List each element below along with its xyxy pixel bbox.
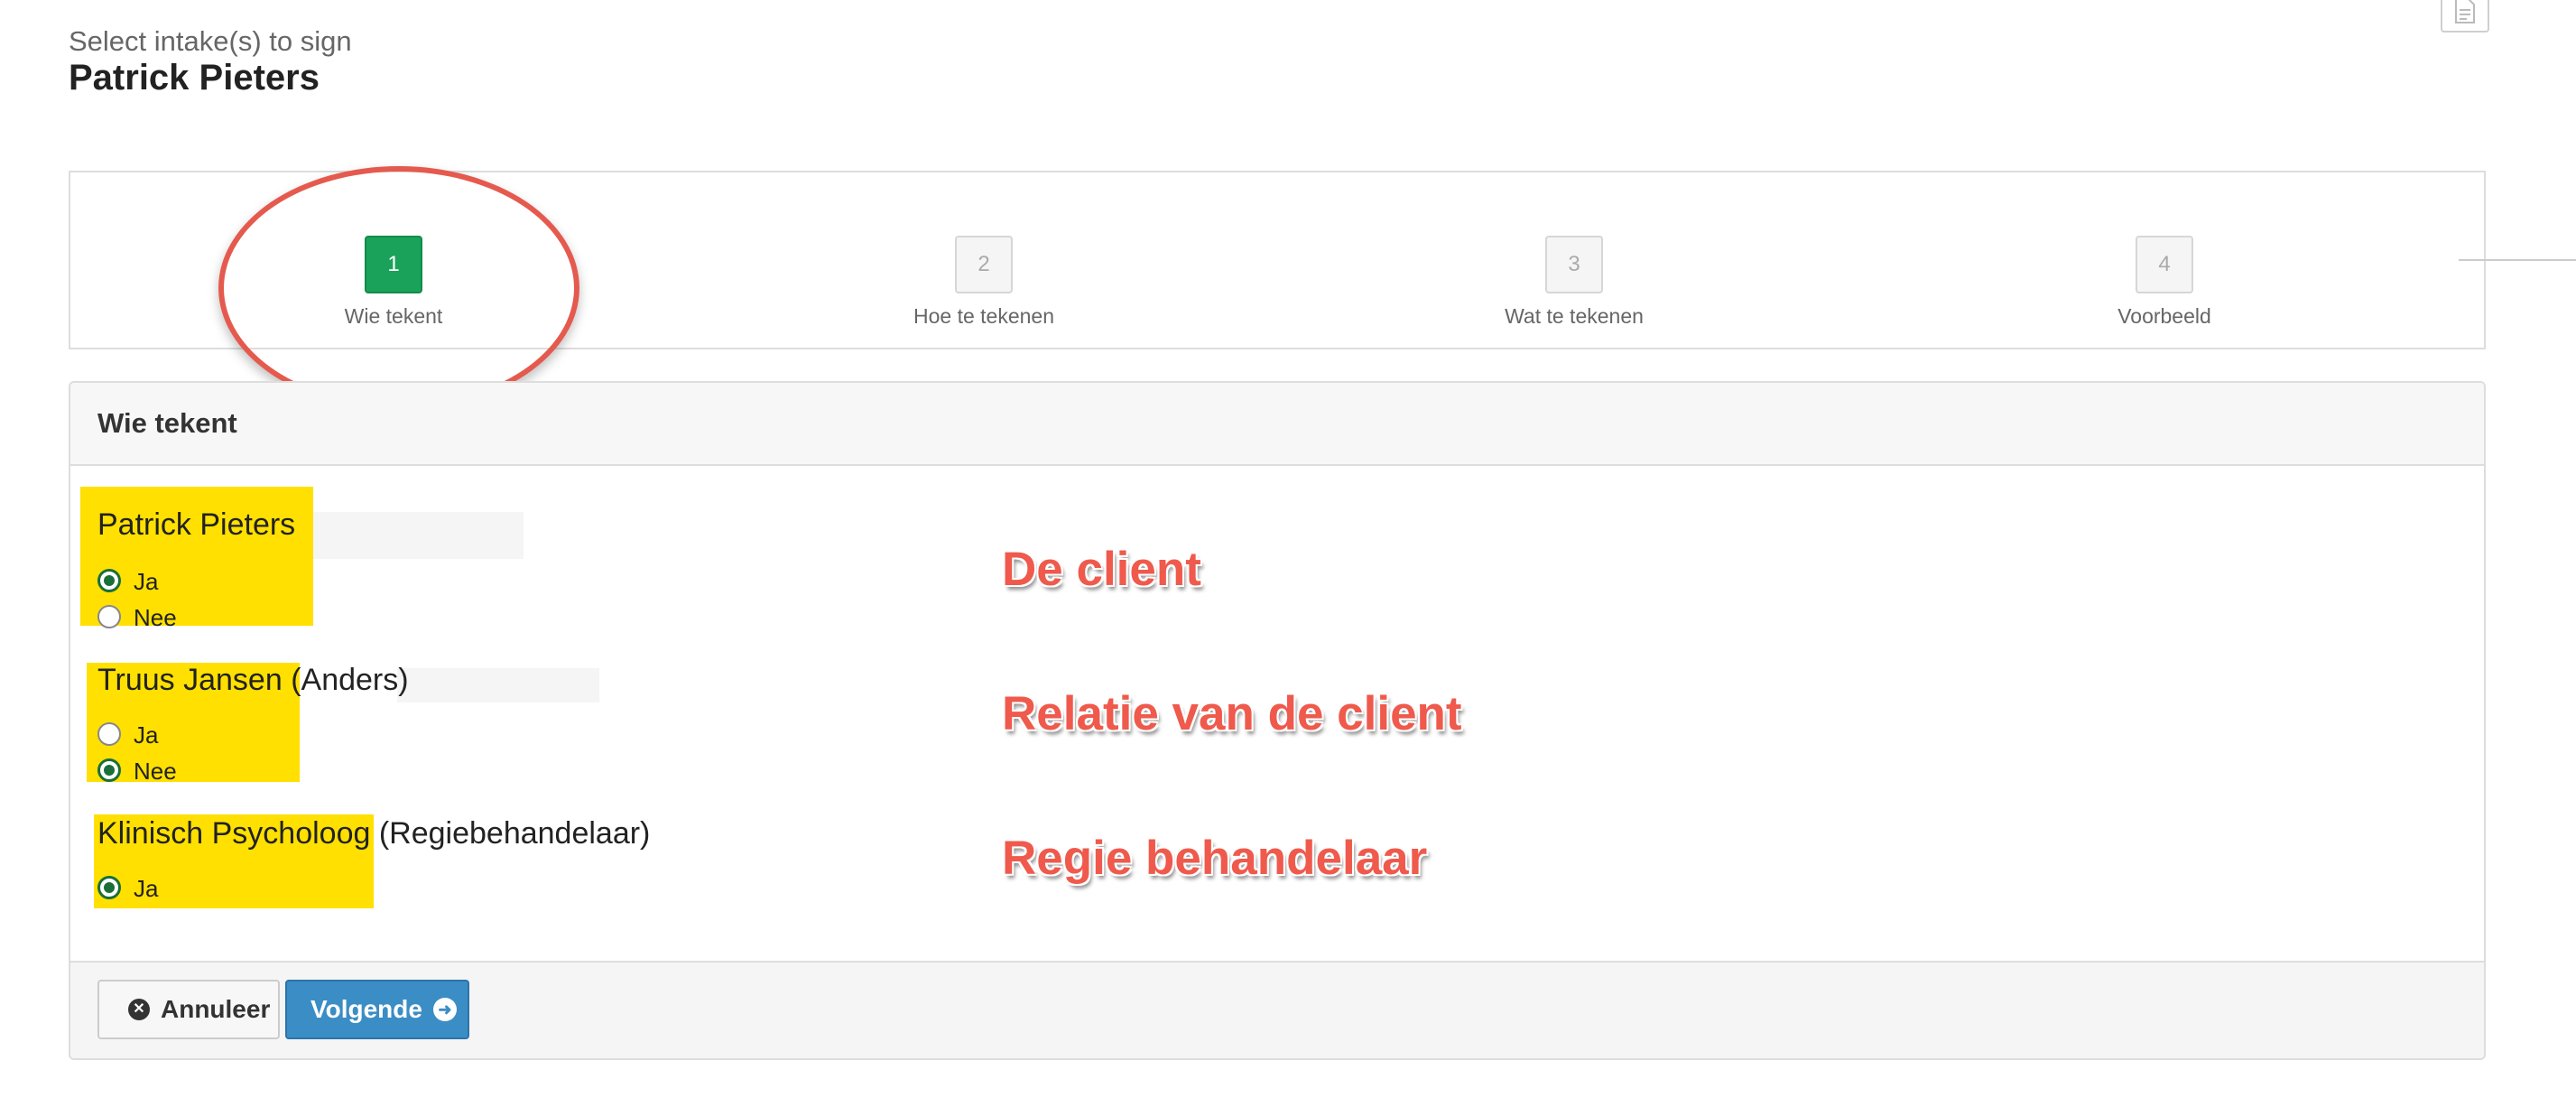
arrow-circle-right-icon: ➜ bbox=[432, 997, 457, 1021]
annotation-regie: Regie behandelaar bbox=[1002, 832, 1428, 885]
radio-button[interactable] bbox=[97, 876, 121, 899]
times-circle-icon: ✕ bbox=[128, 998, 150, 1020]
wizard-step-3[interactable]: 3 Wat te tekenen bbox=[1439, 236, 1710, 329]
document-icon[interactable] bbox=[2441, 0, 2489, 33]
blurred-field bbox=[294, 512, 524, 559]
panel-heading-title: Wie tekent bbox=[97, 407, 237, 439]
signer-name: Klinisch Psycholoog bbox=[97, 816, 371, 851]
radio-button[interactable] bbox=[97, 758, 121, 782]
cancel-button-label: Annuleer bbox=[161, 995, 271, 1023]
radio-label: Nee bbox=[134, 758, 177, 785]
radio-button[interactable] bbox=[97, 569, 121, 592]
wizard-step-2[interactable]: 2 Hoe te tekenen bbox=[848, 236, 1119, 329]
page-title: Patrick Pieters bbox=[69, 58, 320, 98]
wizard-connector-line bbox=[2459, 259, 2576, 261]
signer-role: (Regiebehandelaar) bbox=[378, 816, 651, 851]
wizard-step-4[interactable]: 4 Voorbeeld bbox=[2029, 236, 2300, 329]
radio-label: Nee bbox=[134, 604, 177, 631]
page-subtitle: Select intake(s) to sign bbox=[69, 25, 352, 57]
panel-heading: Wie tekent bbox=[70, 383, 2484, 466]
signer-name: Patrick Pieters bbox=[97, 507, 296, 542]
step-number: 4 bbox=[2136, 236, 2193, 293]
radio-label: Ja bbox=[134, 875, 159, 902]
next-button[interactable]: Volgende ➜ bbox=[285, 980, 469, 1039]
signer-name-row: Truus Jansen (Anders) bbox=[97, 663, 409, 698]
step-label: Hoe te tekenen bbox=[913, 304, 1054, 328]
signer-name-row: Klinisch Psycholoog (Regiebehandelaar) bbox=[97, 816, 650, 851]
step-label: Voorbeeld bbox=[2117, 304, 2211, 328]
annotation-circle bbox=[218, 166, 579, 410]
step-number: 3 bbox=[1545, 236, 1603, 293]
annotation-client: De client bbox=[1002, 543, 1201, 596]
radio-button[interactable] bbox=[97, 605, 121, 628]
cancel-button[interactable]: ✕ Annuleer bbox=[97, 980, 280, 1039]
radio-label: Ja bbox=[134, 721, 159, 749]
signer-role: (Anders) bbox=[291, 663, 409, 697]
step-number: 2 bbox=[955, 236, 1013, 293]
signer-name: Truus Jansen bbox=[97, 663, 283, 697]
radio-label: Ja bbox=[134, 568, 159, 595]
blurred-field bbox=[397, 668, 599, 702]
step-label: Wat te tekenen bbox=[1505, 304, 1644, 328]
radio-button[interactable] bbox=[97, 722, 121, 746]
next-button-label: Volgende bbox=[310, 995, 422, 1023]
annotation-relation: Relatie van de client bbox=[1002, 687, 1462, 740]
